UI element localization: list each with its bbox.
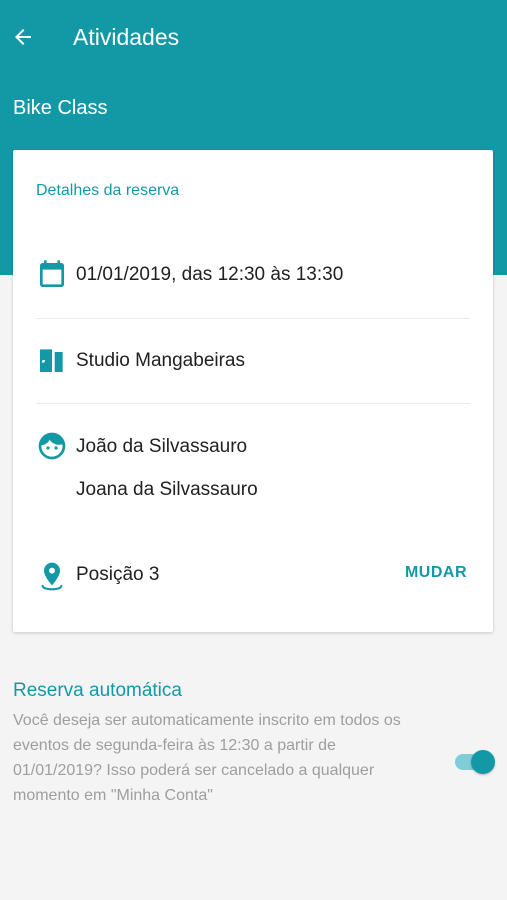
reservation-position: Posição 3 xyxy=(76,564,160,585)
reservation-datetime: 01/01/2019, das 12:30 às 13:30 xyxy=(76,264,344,285)
arrow-left-icon xyxy=(15,29,31,45)
change-position-button[interactable]: MUDAR xyxy=(405,561,467,585)
card-title: Detalhes da reserva xyxy=(36,182,180,199)
divider xyxy=(36,318,470,319)
auto-booking-title: Reserva automática xyxy=(13,680,182,701)
reservation-location: Studio Mangabeiras xyxy=(76,350,245,371)
divider xyxy=(36,403,470,404)
door-icon xyxy=(40,349,63,372)
auto-booking-toggle[interactable] xyxy=(453,750,495,774)
calendar-icon xyxy=(40,260,64,287)
page-title: Atividades xyxy=(73,24,180,50)
participant-name: João da Silvassauro xyxy=(76,436,248,457)
reservation-details-card: Detalhes da reserva 01/01/2019, das 12:3… xyxy=(13,150,493,632)
face-icon xyxy=(38,432,66,460)
auto-booking-description: Você deseja ser automaticamente inscrito… xyxy=(13,712,401,804)
class-name: Bike Class xyxy=(13,97,108,119)
map-pin-icon xyxy=(41,562,63,591)
participant-name: Joana da Silvassauro xyxy=(76,479,258,500)
back-button[interactable] xyxy=(8,22,38,52)
toggle-thumb xyxy=(471,750,495,774)
